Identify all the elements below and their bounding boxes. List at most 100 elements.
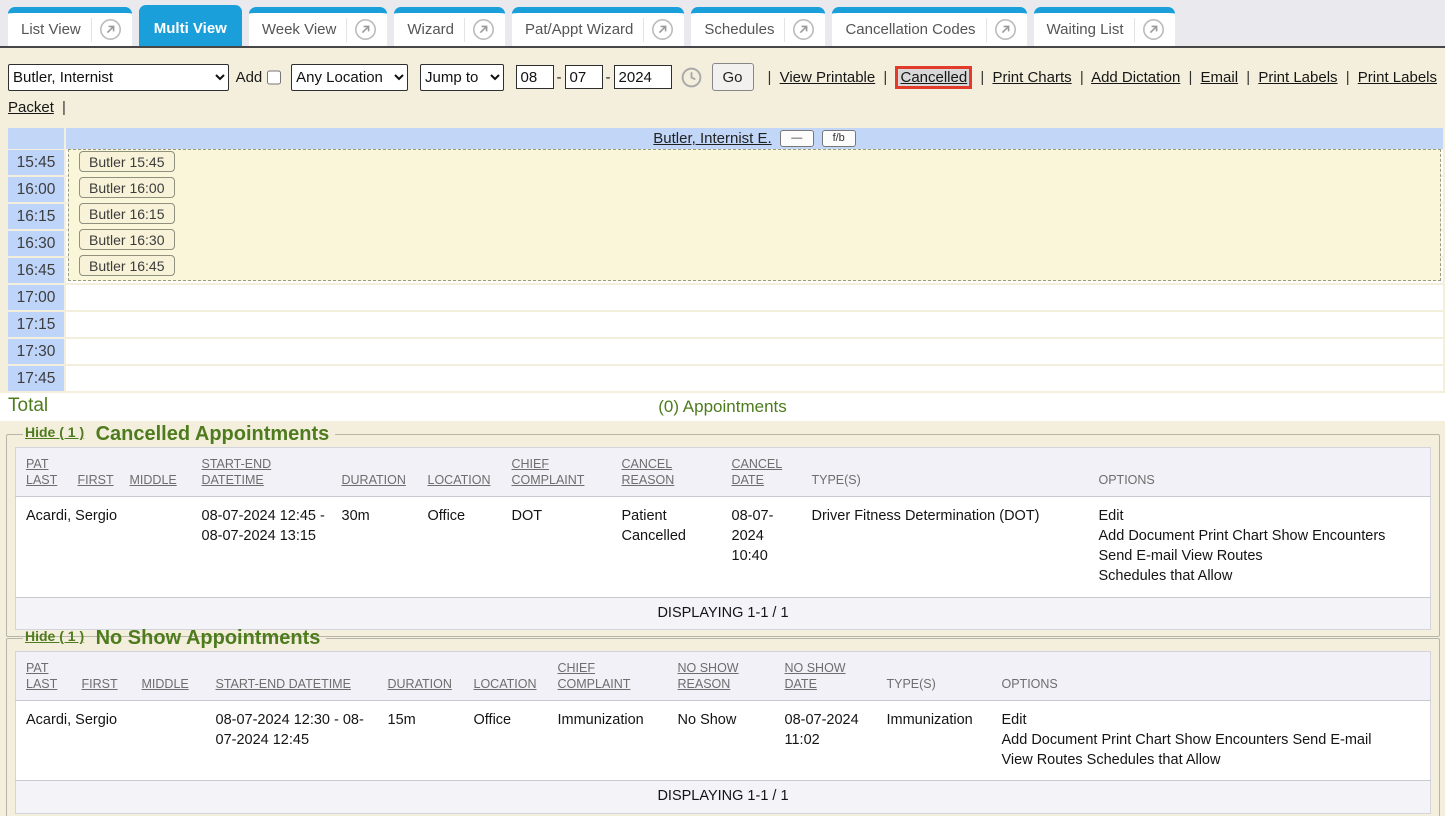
external-link-icon[interactable] bbox=[994, 18, 1021, 41]
add-label: Add bbox=[236, 69, 263, 86]
col-location[interactable]: LOCATION bbox=[428, 448, 512, 497]
date-year-input[interactable] bbox=[614, 65, 672, 89]
option-link[interactable]: Edit bbox=[1002, 710, 1421, 730]
cancelled-link[interactable]: Cancelled bbox=[895, 66, 972, 89]
date-month-input[interactable] bbox=[516, 65, 554, 89]
col-location[interactable]: LOCATION bbox=[474, 652, 558, 701]
cell-middle bbox=[142, 700, 216, 781]
cancelled-appointments-section: Hide ( 1 ) Cancelled Appointments PAT LA… bbox=[6, 423, 1440, 637]
view-printable-link[interactable]: View Printable bbox=[780, 69, 876, 86]
col-options: OPTIONS bbox=[1099, 448, 1431, 497]
schedule-slot-row[interactable] bbox=[66, 366, 1443, 391]
tab-divider bbox=[91, 18, 92, 42]
col-pat-last[interactable]: PAT LAST bbox=[16, 652, 82, 701]
email-link[interactable]: Email bbox=[1201, 69, 1239, 86]
toolbar: Butler, Internist Add Any Location Jump … bbox=[0, 50, 1445, 116]
external-link-icon[interactable] bbox=[1142, 18, 1169, 41]
option-links[interactable]: Add Document Print Chart Show Encounters… bbox=[1002, 730, 1421, 750]
option-link[interactable]: Edit bbox=[1099, 506, 1421, 526]
provider-select[interactable]: Butler, Internist bbox=[8, 64, 229, 91]
link-separator: | bbox=[62, 99, 66, 116]
cell-pat-last: Acardi, Sergio bbox=[16, 700, 82, 781]
print-labels-link[interactable]: Print Labels bbox=[1258, 69, 1337, 86]
packet-link[interactable]: Packet bbox=[8, 99, 54, 116]
cell-cancel-reason: Patient Cancelled bbox=[622, 496, 732, 597]
print-charts-link[interactable]: Print Charts bbox=[992, 69, 1071, 86]
collapse-column-button[interactable]: — bbox=[780, 130, 814, 147]
tab-schedules[interactable]: Schedules bbox=[691, 7, 825, 46]
col-first[interactable]: FIRST bbox=[78, 448, 130, 497]
col-chief-complaint[interactable]: CHIEF COMPLAINT bbox=[558, 652, 678, 701]
slot-button[interactable]: Butler 16:45 bbox=[79, 255, 175, 276]
tab-cancellation-codes[interactable]: Cancellation Codes bbox=[832, 7, 1026, 46]
col-types: TYPE(S) bbox=[812, 448, 1099, 497]
row-options[interactable]: Edit Add Document Print Chart Show Encou… bbox=[1099, 496, 1431, 597]
tab-bar: List View Multi View Week View Wizard Pa… bbox=[0, 0, 1445, 48]
col-duration[interactable]: DURATION bbox=[342, 448, 428, 497]
time-label: 15:45 bbox=[8, 150, 64, 175]
slot-button[interactable]: Butler 15:45 bbox=[79, 151, 175, 172]
option-links[interactable]: View Routes Schedules that Allow bbox=[1002, 750, 1421, 770]
row-options[interactable]: Edit Add Document Print Chart Show Encou… bbox=[1002, 700, 1431, 781]
col-pat-last[interactable]: PAT LAST bbox=[16, 448, 78, 497]
schedule-slot-row[interactable] bbox=[66, 339, 1443, 364]
slot-button[interactable]: Butler 16:30 bbox=[79, 229, 175, 250]
tab-multi-view[interactable]: Multi View bbox=[139, 5, 242, 46]
add-dictation-link[interactable]: Add Dictation bbox=[1091, 69, 1180, 86]
col-no-show-date[interactable]: NO SHOW DATE bbox=[785, 652, 887, 701]
external-link-icon[interactable] bbox=[472, 18, 499, 41]
total-appointments: (0) Appointments bbox=[0, 393, 1445, 417]
add-checkbox[interactable] bbox=[267, 70, 281, 85]
hide-cancelled-link[interactable]: Hide ( 1 ) bbox=[25, 424, 84, 440]
schedule-slot-row[interactable] bbox=[66, 312, 1443, 337]
tab-week-view[interactable]: Week View bbox=[249, 7, 387, 46]
external-link-icon[interactable] bbox=[354, 18, 381, 41]
slot-button[interactable]: Butler 16:00 bbox=[79, 177, 175, 198]
option-links[interactable]: Add Document Print Chart Show Encounters bbox=[1099, 526, 1421, 546]
time-label: 17:45 bbox=[8, 366, 64, 391]
cancelled-section-title: Cancelled Appointments bbox=[96, 423, 330, 445]
tab-pat-appt-wizard[interactable]: Pat/Appt Wizard bbox=[512, 7, 684, 46]
schedule-slot-row[interactable] bbox=[66, 285, 1443, 310]
col-duration[interactable]: DURATION bbox=[388, 652, 474, 701]
provider-column-link[interactable]: Butler, Internist E. bbox=[653, 130, 771, 147]
jump-to-select[interactable]: Jump to bbox=[420, 64, 504, 91]
slot-button[interactable]: Butler 16:15 bbox=[79, 203, 175, 224]
clock-icon[interactable] bbox=[681, 67, 702, 88]
tab-list-view[interactable]: List View bbox=[8, 7, 132, 46]
fb-button[interactable]: f/b bbox=[822, 130, 856, 147]
hide-noshow-link[interactable]: Hide ( 1 ) bbox=[25, 628, 84, 644]
tab-waiting-list[interactable]: Waiting List bbox=[1034, 7, 1175, 46]
option-links[interactable]: Schedules that Allow bbox=[1099, 566, 1421, 586]
col-cancel-date[interactable]: CANCEL DATE bbox=[732, 448, 812, 497]
tab-wizard[interactable]: Wizard bbox=[394, 7, 505, 46]
col-options: OPTIONS bbox=[1002, 652, 1431, 701]
schedule-column-header: Butler, Internist E. — f/b bbox=[66, 128, 1443, 149]
link-separator: | bbox=[883, 69, 887, 86]
tab-divider bbox=[346, 18, 347, 42]
total-label: Total bbox=[8, 395, 48, 417]
table-header-row: PAT LAST FIRST MIDDLE START-END DATETIME… bbox=[16, 652, 1431, 701]
table-row: Acardi, Sergio 08-07-2024 12:45 - 08-07-… bbox=[16, 496, 1431, 597]
col-first[interactable]: FIRST bbox=[82, 652, 142, 701]
option-links[interactable]: Send E-mail View Routes bbox=[1099, 546, 1421, 566]
col-middle[interactable]: MIDDLE bbox=[142, 652, 216, 701]
tab-label: List View bbox=[21, 21, 91, 38]
col-chief-complaint[interactable]: CHIEF COMPLAINT bbox=[512, 448, 622, 497]
location-select[interactable]: Any Location bbox=[291, 64, 408, 91]
col-start-end[interactable]: START-END DATETIME bbox=[216, 652, 388, 701]
time-label: 17:00 bbox=[8, 285, 64, 310]
cell-datetime: 08-07-2024 12:45 - 08-07-2024 13:15 bbox=[202, 496, 342, 597]
external-link-icon[interactable] bbox=[792, 18, 819, 41]
time-label: 16:45 bbox=[8, 258, 64, 283]
col-no-show-reason[interactable]: NO SHOW REASON bbox=[678, 652, 785, 701]
go-button[interactable]: Go bbox=[712, 63, 754, 91]
col-middle[interactable]: MIDDLE bbox=[130, 448, 202, 497]
cell-datetime: 08-07-2024 12:30 - 08-07-2024 12:45 bbox=[216, 700, 388, 781]
external-link-icon[interactable] bbox=[99, 18, 126, 41]
external-link-icon[interactable] bbox=[651, 18, 678, 41]
col-cancel-reason[interactable]: CANCEL REASON bbox=[622, 448, 732, 497]
print-labels-packet-link[interactable]: Print Labels bbox=[1358, 69, 1437, 86]
col-start-end[interactable]: START-END DATETIME bbox=[202, 448, 342, 497]
date-day-input[interactable] bbox=[565, 65, 603, 89]
